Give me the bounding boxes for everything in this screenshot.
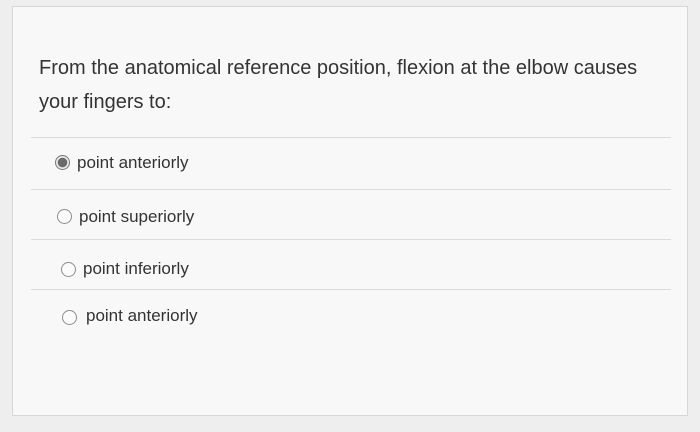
answer-option-2[interactable]: point superiorly (31, 189, 671, 239)
selected-radio-button[interactable] (55, 155, 70, 170)
answer-option-label: point anteriorly (86, 306, 198, 325)
answer-options: point anteriorly point superiorly point … (31, 137, 671, 339)
answer-option-label: point anteriorly (77, 153, 189, 172)
answer-option-1[interactable]: point anteriorly (31, 137, 671, 189)
question-card: From the anatomical reference position, … (12, 6, 688, 416)
radio-button[interactable] (62, 310, 77, 325)
answer-option-3[interactable]: point inferiorly (31, 239, 671, 289)
radio-button[interactable] (57, 209, 72, 224)
answer-option-4[interactable]: point anteriorly (31, 289, 671, 339)
question-text: From the anatomical reference position, … (39, 57, 638, 113)
answer-option-label: point inferiorly (83, 259, 189, 278)
answer-option-label: point superiorly (79, 207, 195, 226)
radio-button[interactable] (61, 262, 76, 277)
